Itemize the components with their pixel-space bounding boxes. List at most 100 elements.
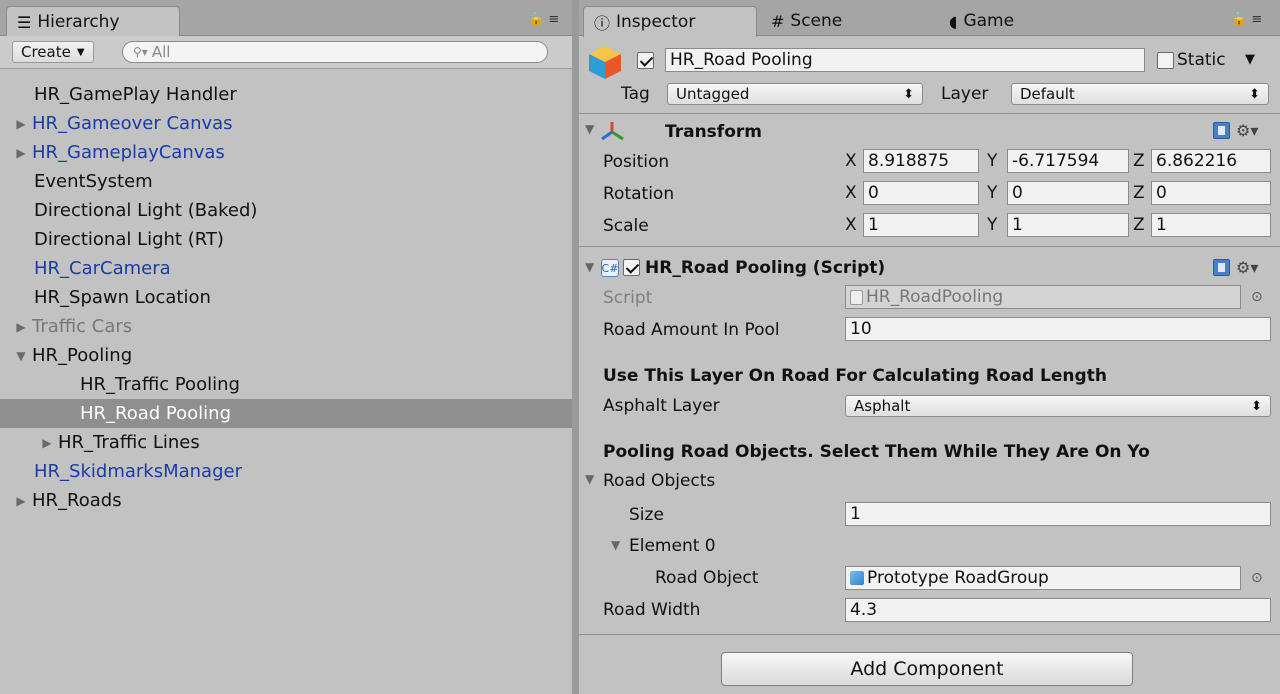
hierarchy-item[interactable]: ▼ HR_Pooling: [0, 341, 572, 370]
lock-menu-icon[interactable]: 🔒 ≡: [1231, 12, 1262, 27]
gameobject-cube-icon: [589, 46, 621, 79]
position-y-field[interactable]: -6.717594: [1007, 149, 1129, 173]
foldout-collapsed-icon[interactable]: ▶: [12, 146, 30, 160]
create-button[interactable]: Create ▼: [12, 41, 94, 63]
lock-menu-icon[interactable]: 🔒 ≡: [528, 12, 559, 27]
layer-dropdown[interactable]: Default ⬍: [1011, 83, 1269, 105]
road-amount-field[interactable]: 10: [845, 317, 1271, 341]
foldout-collapsed-icon[interactable]: ▶: [12, 117, 30, 131]
rotation-x-value: 0: [868, 183, 879, 203]
tab-hierarchy-label: Hierarchy: [37, 12, 120, 32]
foldout-arrow-icon[interactable]: ▼: [585, 260, 594, 274]
foldout-collapsed-icon[interactable]: ▶: [12, 494, 30, 508]
hierarchy-item[interactable]: Directional Light (Baked): [0, 196, 572, 225]
tab-game[interactable]: ◖ Game: [939, 6, 1113, 36]
script-value: HR_RoadPooling: [866, 287, 1004, 307]
scale-z-field[interactable]: 1: [1151, 213, 1271, 237]
hierarchy-item[interactable]: EventSystem: [0, 167, 572, 196]
panel-splitter[interactable]: [572, 0, 579, 694]
chevron-down-icon: ▼: [76, 46, 85, 58]
object-name-field[interactable]: HR_Road Pooling: [665, 48, 1145, 72]
road-object-value: Prototype RoadGroup: [867, 568, 1049, 588]
hierarchy-item-label: HR_GameplayCanvas: [32, 142, 225, 163]
transform-title: Transform: [665, 122, 762, 142]
script-field[interactable]: HR_RoadPooling: [845, 285, 1241, 309]
object-picker-icon[interactable]: ⊙: [1251, 570, 1263, 586]
scene-grid-icon: #: [771, 11, 785, 31]
hierarchy-item[interactable]: ▶ HR_Traffic Lines: [0, 428, 572, 457]
rotation-x-field[interactable]: 0: [863, 181, 979, 205]
foldout-collapsed-icon[interactable]: ▶: [12, 320, 30, 334]
static-checkbox[interactable]: [1157, 52, 1174, 69]
hierarchy-item[interactable]: HR_Traffic Pooling: [0, 370, 572, 399]
road-width-field[interactable]: 4.3: [845, 598, 1271, 622]
asphalt-layer-label: Asphalt Layer: [603, 396, 720, 416]
element-0-label[interactable]: Element 0: [629, 536, 716, 556]
inspector-tabbar: ⓘ Inspector # Scene ◖ Game 🔒 ≡: [579, 0, 1280, 37]
scale-label: Scale: [603, 216, 649, 236]
foldout-collapsed-icon[interactable]: ▶: [38, 436, 56, 450]
gear-icon[interactable]: ⚙▾: [1236, 258, 1258, 277]
scale-y-field[interactable]: 1: [1007, 213, 1129, 237]
hierarchy-item-label: HR_GamePlay Handler: [34, 84, 237, 105]
tab-hierarchy[interactable]: ☰ Hierarchy: [6, 6, 180, 37]
help-book-icon[interactable]: [1213, 122, 1230, 139]
position-y-value: -6.717594: [1012, 151, 1100, 171]
axis-x-label: X: [845, 183, 857, 203]
hierarchy-item[interactable]: HR_Road Pooling: [0, 399, 572, 428]
axis-x-label: X: [845, 151, 857, 171]
hierarchy-item[interactable]: HR_SkidmarksManager: [0, 457, 572, 486]
scale-x-field[interactable]: 1: [863, 213, 979, 237]
create-button-label: Create: [21, 43, 71, 61]
foldout-arrow-icon[interactable]: ▼: [611, 538, 620, 552]
pooling-header-text: Pooling Road Objects. Select Them While …: [603, 442, 1150, 462]
hierarchy-item-label: HR_Traffic Pooling: [80, 374, 240, 395]
hierarchy-item[interactable]: ▶ HR_Roads: [0, 486, 572, 515]
hierarchy-tabbar: ☰ Hierarchy 🔒 ≡: [0, 0, 572, 37]
search-placeholder: All: [151, 43, 171, 61]
rotation-y-field[interactable]: 0: [1007, 181, 1129, 205]
static-label: Static: [1177, 50, 1226, 70]
hierarchy-item[interactable]: Directional Light (RT): [0, 225, 572, 254]
hierarchy-item-label: HR_Road Pooling: [80, 403, 232, 424]
position-x-field[interactable]: 8.918875: [863, 149, 979, 173]
road-objects-label[interactable]: Road Objects: [603, 471, 715, 491]
transform-axes-icon: [601, 122, 624, 141]
foldout-expanded-icon[interactable]: ▼: [12, 349, 30, 363]
foldout-arrow-icon[interactable]: ▼: [585, 122, 594, 136]
hierarchy-item[interactable]: HR_CarCamera: [0, 254, 572, 283]
rotation-z-field[interactable]: 0: [1151, 181, 1271, 205]
help-book-icon[interactable]: [1213, 259, 1230, 276]
tab-inspector[interactable]: ⓘ Inspector: [583, 6, 757, 37]
position-z-field[interactable]: 6.862216: [1151, 149, 1271, 173]
gear-icon[interactable]: ⚙▾: [1236, 121, 1258, 140]
script-enabled-checkbox[interactable]: [623, 259, 640, 276]
road-object-field[interactable]: Prototype RoadGroup: [845, 566, 1241, 590]
search-icon: ⚲▾: [133, 45, 148, 59]
hierarchy-item[interactable]: ▶ HR_Gameover Canvas: [0, 109, 572, 138]
layer-label: Layer: [941, 84, 989, 104]
add-component-button[interactable]: Add Component: [721, 652, 1133, 686]
asphalt-layer-value: Asphalt: [854, 397, 911, 415]
hierarchy-item[interactable]: ▶ HR_GameplayCanvas: [0, 138, 572, 167]
hierarchy-item-label: HR_Spawn Location: [34, 287, 211, 308]
scale-z-value: 1: [1156, 215, 1167, 235]
tag-dropdown[interactable]: Untagged ⬍: [667, 83, 923, 105]
active-checkbox[interactable]: [637, 52, 654, 69]
tag-value: Untagged: [676, 85, 750, 103]
asphalt-layer-dropdown[interactable]: Asphalt ⬍: [845, 395, 1271, 417]
object-picker-icon[interactable]: ⊙: [1251, 289, 1263, 305]
hierarchy-item[interactable]: HR_GamePlay Handler: [0, 80, 572, 109]
search-input[interactable]: ⚲▾ All: [122, 41, 548, 63]
tab-scene[interactable]: # Scene: [761, 6, 935, 36]
rotation-y-value: 0: [1012, 183, 1023, 203]
size-field[interactable]: 1: [845, 502, 1271, 526]
hierarchy-item[interactable]: ▶ Traffic Cars: [0, 312, 572, 341]
scale-y-value: 1: [1012, 215, 1023, 235]
foldout-arrow-icon[interactable]: ▼: [585, 472, 594, 486]
hierarchy-item[interactable]: HR_Spawn Location: [0, 283, 572, 312]
road-object-label: Road Object: [655, 568, 759, 588]
static-dropdown-icon[interactable]: ▼: [1245, 52, 1255, 67]
tab-scene-label: Scene: [790, 11, 843, 31]
position-x-value: 8.918875: [868, 151, 950, 171]
